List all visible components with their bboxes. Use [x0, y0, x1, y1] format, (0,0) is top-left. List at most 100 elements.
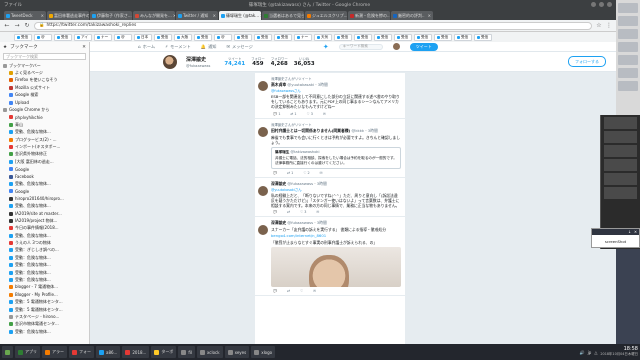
tweet-time[interactable]: 3時間: [318, 82, 328, 87]
bookmark-chip[interactable]: @: [114, 33, 132, 41]
message-icon[interactable]: ✉: [320, 171, 323, 175]
tweet[interactable]: 深澤諭史さんがリツイート 田村弁護士とは一切関係ありません(同業者様) @kkkk…: [255, 119, 405, 178]
quoted-tweet[interactable]: 篠塚瑞生 @takizawashoki 弁護士に電話、法的相談、探索をしたい場合は…: [271, 147, 401, 169]
taskbar-item[interactable]: a86...: [96, 346, 121, 358]
bookmark-item[interactable]: 受動：5 電通物体センタ...: [0, 306, 89, 313]
bookmark-chip[interactable]: 大阪: [174, 33, 192, 41]
minimize-button[interactable]: [591, 2, 596, 7]
bookmark-item[interactable]: IA2019/project 物体...: [0, 217, 89, 224]
profile-avatar[interactable]: [162, 53, 178, 70]
like-action[interactable]: ♡: [300, 289, 303, 293]
volume-icon[interactable]: 🔊: [580, 350, 585, 355]
bookmark-item[interactable]: テスタページ - hirono...: [0, 313, 89, 320]
bookmark-item[interactable]: 受動：危険な物体...: [0, 276, 89, 283]
bookmark-item[interactable]: 受動、危険な物体...: [0, 129, 89, 136]
network-icon[interactable]: △: [594, 350, 597, 355]
twitter-search-input[interactable]: キーワード検索: [338, 43, 383, 50]
ime-indicator[interactable]: jp: [588, 350, 592, 355]
nav-home[interactable]: ⌂ ホーム: [138, 44, 155, 50]
bookmark-item[interactable]: 金沢県外物体修正: [0, 151, 89, 158]
window-thumbnail[interactable]: [604, 145, 637, 157]
retweet-action[interactable]: ⇄: [287, 210, 290, 214]
bookmark-item[interactable]: 金沢市物体電通センタ...: [0, 321, 89, 328]
bookmarks-search-input[interactable]: ブックマーク検索: [3, 53, 86, 60]
bookmark-item[interactable]: Google: [0, 165, 89, 172]
tweet-author-name[interactable]: 高木貞幸: [271, 82, 286, 87]
clock[interactable]: 18:58 2018年10月04日木曜日: [600, 347, 638, 357]
tweet-time[interactable]: 3時間: [317, 181, 327, 186]
message-icon[interactable]: ✉: [323, 112, 326, 116]
desktop-item[interactable]: [618, 42, 638, 52]
window-thumbnail[interactable]: [604, 131, 637, 143]
bookmark-chip[interactable]: 受信: [14, 33, 32, 41]
bookmark-item[interactable]: 受動：危険な物体...: [0, 328, 89, 335]
tweet-author-name[interactable]: 深澤諭史: [271, 220, 286, 225]
menu-icon[interactable]: ⋮: [606, 22, 612, 29]
browser-tab[interactable]: 伊藤和子 (作家さ...×: [90, 11, 132, 20]
bookmark-chip[interactable]: 日本: [134, 33, 152, 41]
window-thumbnail[interactable]: [604, 159, 637, 171]
desktop-item[interactable]: [618, 16, 638, 26]
tab-close-icon[interactable]: ×: [260, 13, 261, 18]
profile-stat[interactable]: いいね 36,053: [294, 56, 315, 67]
bookmark-chip[interactable]: 受信: [334, 33, 352, 41]
reply-to-handle[interactable]: @fukazawassさん: [271, 89, 301, 93]
tweet-author-name[interactable]: 田村弁護士とは一切関係ありません(同業者様): [271, 128, 350, 133]
bookmark-chip[interactable]: 受信: [154, 33, 172, 41]
bookmark-item[interactable]: Google 検索: [0, 92, 89, 99]
twitter-bird-icon[interactable]: ✦: [323, 43, 329, 51]
window-thumbnail[interactable]: [604, 187, 637, 199]
window-thumbnail[interactable]: [604, 117, 637, 129]
taskbar-item[interactable]: xclock: [197, 346, 223, 358]
close-window-button[interactable]: [607, 2, 612, 7]
taskbar-item[interactable]: fil: [178, 346, 195, 358]
account-avatar[interactable]: [392, 43, 400, 50]
tweet-avatar[interactable]: [258, 126, 268, 137]
bookmark-item[interactable]: 受動：5 電通物体センタ...: [0, 299, 89, 306]
retweet-action[interactable]: ⇄ 1: [287, 171, 293, 175]
retweet-action[interactable]: ⇄ 1: [290, 112, 296, 116]
bookmark-item[interactable]: IA2019/site at master...: [0, 210, 89, 217]
reply-action[interactable]: 💬 1: [273, 112, 280, 116]
nav-moments[interactable]: ⚡ モーメント: [165, 44, 191, 50]
tweet[interactable]: 深澤諭史 @fukazawass · 3時間 @yuutakasakiさん 私の経験…: [255, 178, 405, 218]
bookmark-chip[interactable]: 受信: [54, 33, 72, 41]
window-thumbnail[interactable]: [604, 173, 637, 185]
bookmark-item[interactable]: hiropro201640/hiropro...: [0, 195, 89, 202]
taskbar-item[interactable]: xeyes: [224, 346, 250, 358]
tweet-avatar[interactable]: [258, 185, 268, 196]
desktop-item[interactable]: [618, 3, 638, 13]
bookmark-chip[interactable]: 受信: [434, 33, 452, 41]
bookmark-item[interactable]: 受動、危険な物体...: [0, 232, 89, 239]
desktop-item[interactable]: [618, 55, 638, 65]
taskbar-item[interactable]: xlogo: [251, 346, 276, 358]
bookmark-item[interactable]: インポート(キスタポー...: [0, 143, 89, 150]
message-icon[interactable]: ✉: [316, 210, 319, 214]
browser-tab[interactable]: 富田林署逃走事件の...×: [47, 11, 89, 20]
tab-close-icon[interactable]: ×: [41, 13, 44, 18]
browser-tab[interactable]: 篠塚瑞生 (@tak...×: [219, 11, 261, 20]
bookmark-chip[interactable]: 受信: [194, 33, 212, 41]
taskbar-item[interactable]: アラー: [42, 346, 67, 358]
like-action[interactable]: ♡ 3: [300, 210, 306, 214]
bookmark-item[interactable]: プログラービス(2) - ...: [0, 136, 89, 143]
bookmark-chip[interactable]: 受信: [354, 33, 372, 41]
profile-stat[interactable]: フォロワー 4,268: [271, 56, 288, 67]
bookmark-item[interactable]: Blogger - My Profile...: [0, 291, 89, 298]
browser-tab[interactable]: ジュエルスクリプ...×: [305, 11, 347, 20]
bookmark-chip[interactable]: 受信: [454, 33, 472, 41]
reply-to-handle[interactable]: @yuutakasakiさん: [271, 188, 302, 192]
bookmark-item[interactable]: Google Chrome から: [0, 106, 89, 113]
bookmark-item[interactable]: ブックマークバー: [0, 62, 89, 69]
close-icon[interactable]: ✕: [82, 45, 86, 50]
bookmark-item[interactable]: phplvyhikchie: [0, 114, 89, 121]
bookmark-item[interactable]: [大阪 富田林の逃走...: [0, 158, 89, 165]
desktop-item[interactable]: [618, 29, 638, 39]
follow-button[interactable]: フォローする: [568, 56, 606, 67]
bookmark-item[interactable]: blogger - 7 電通物体...: [0, 284, 89, 291]
bookmark-chip[interactable]: 受信: [374, 33, 392, 41]
start-button[interactable]: [2, 346, 13, 358]
tweet[interactable]: 深澤諭史さんがリツイート 高木貞幸 @yuutakasaki · 3時間 @fuka…: [255, 73, 405, 119]
reload-icon[interactable]: ↻: [24, 22, 30, 29]
taskbar-item[interactable]: アプリ: [15, 346, 40, 358]
